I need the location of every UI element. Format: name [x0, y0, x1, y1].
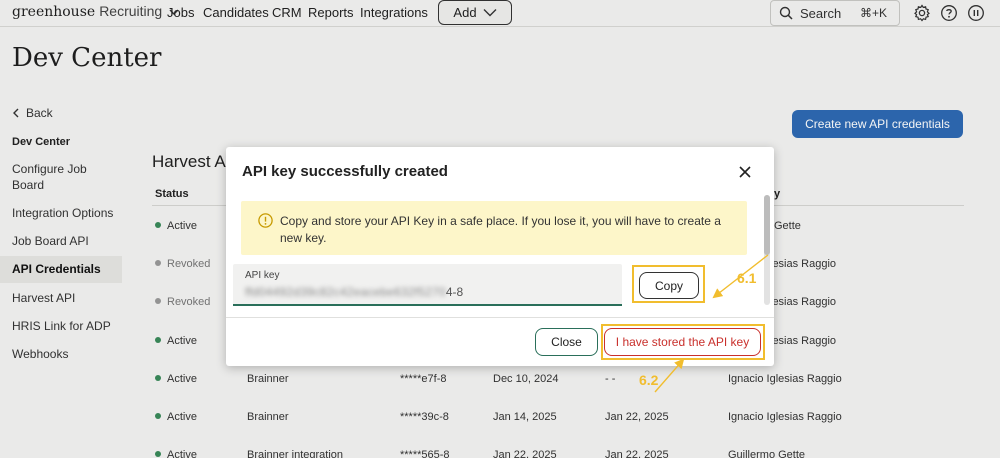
annotation-label-6-2: 6.2	[639, 372, 659, 388]
annotation-arrow-6-2	[654, 358, 685, 393]
annotation-arrows	[654, 254, 769, 393]
annotation-label-6-1: 6.1	[737, 270, 757, 286]
